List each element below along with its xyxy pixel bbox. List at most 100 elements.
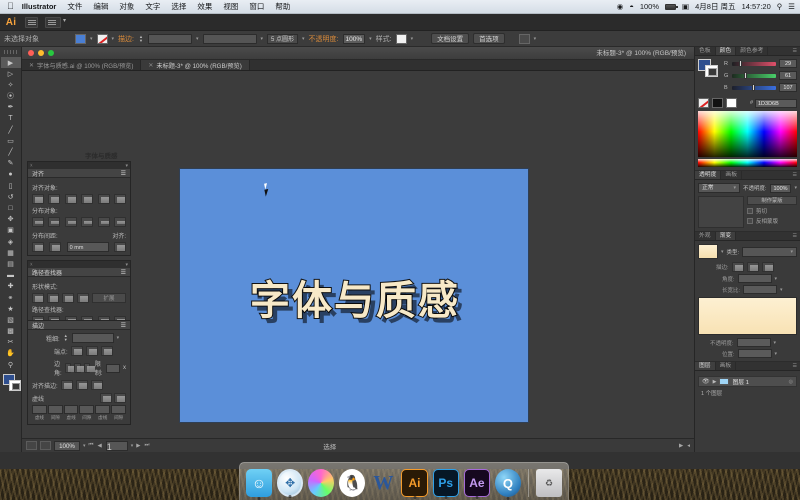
gradient-position-input[interactable]: [737, 349, 772, 358]
close-button[interactable]: [28, 50, 34, 56]
bevel-join-button[interactable]: [83, 363, 95, 373]
fill-stroke-indicator[interactable]: [1, 374, 21, 392]
artboard-nav-last[interactable]: ⏭: [144, 442, 150, 449]
exclude-button[interactable]: [77, 293, 89, 303]
hand-tool[interactable]: ✋: [1, 348, 21, 359]
gradient-tool[interactable]: ▬: [1, 270, 21, 281]
color-stroke-swatch[interactable]: [705, 65, 718, 77]
mesh-tool[interactable]: ▤: [1, 258, 21, 269]
symbol-sprayer-tool[interactable]: ★: [1, 303, 21, 314]
vertical-distribute-space-button[interactable]: [32, 242, 44, 252]
layer-row-0[interactable]: 👁 ▶ 图层 1 ◎: [698, 376, 797, 387]
artboard-tool[interactable]: ▩: [1, 326, 21, 337]
slider-g[interactable]: [732, 72, 776, 79]
fill-swatch[interactable]: [75, 33, 86, 44]
collapse-icon[interactable]: ▾: [125, 163, 128, 169]
lasso-tool[interactable]: ⦿: [1, 91, 21, 102]
invert-mask-checkbox-row[interactable]: 反相蒙版: [747, 217, 797, 225]
align-panel[interactable]: ☓ ▾ 对齐 ☰ 对齐对象: 分布对象: 分布间距: 对齐: 0 mm: [27, 161, 131, 256]
rectangle-tool[interactable]: ▭: [1, 135, 21, 146]
blend-mode-select[interactable]: 正常 ▾: [698, 183, 740, 193]
align-center-h-button[interactable]: [48, 194, 61, 204]
gap-input-2[interactable]: [111, 405, 126, 414]
gap-input-1[interactable]: [79, 405, 95, 414]
width-tool[interactable]: ✥: [1, 214, 21, 225]
slice-tool[interactable]: ✂: [1, 337, 21, 348]
artboard-nav-next[interactable]: ▶: [136, 443, 141, 449]
panel-menu-icon[interactable]: ☰: [793, 232, 800, 240]
toolbar-stroke-swatch[interactable]: [8, 380, 21, 392]
stroke-profile-caret-icon[interactable]: ▾: [261, 36, 264, 42]
stroke-weight-input[interactable]: [147, 33, 192, 44]
status-tool-label[interactable]: 选择: [323, 441, 336, 451]
tab-transparency[interactable]: 透明度: [695, 171, 722, 179]
opacity-input[interactable]: 100%: [342, 33, 366, 44]
word-icon[interactable]: W: [370, 469, 396, 497]
align-caret-icon[interactable]: ▾: [534, 36, 537, 42]
color-spectrum[interactable]: [698, 111, 797, 157]
align-stroke-center-button[interactable]: [60, 380, 73, 390]
menu-item-effect[interactable]: 效果: [197, 1, 212, 12]
input-source-icon[interactable]: ▣: [682, 2, 689, 11]
selection-tool[interactable]: ▶: [0, 57, 21, 69]
eyedropper-tool[interactable]: ✚: [1, 281, 21, 292]
notification-center-icon[interactable]: ☰: [788, 2, 795, 11]
layer-target-icon[interactable]: ◎: [789, 379, 793, 385]
shape-builder-tool[interactable]: ◈: [1, 236, 21, 247]
dash-input-0[interactable]: [32, 405, 47, 414]
artboard-number-input[interactable]: 1: [105, 440, 128, 452]
align-icon[interactable]: [518, 33, 530, 44]
menu-item-object[interactable]: 对象: [119, 1, 134, 12]
mask-thumbnail[interactable]: [698, 196, 744, 228]
close-icon[interactable]: ✕: [29, 62, 34, 69]
trash-icon[interactable]: ♻: [535, 469, 562, 497]
tab-color-guide[interactable]: 颜色参考: [736, 47, 769, 55]
gradient-angle-input[interactable]: [737, 274, 772, 283]
share-icon[interactable]: [40, 441, 51, 450]
panel-menu-icon[interactable]: ☰: [121, 322, 126, 329]
align-to-selector[interactable]: [113, 242, 126, 252]
finder-icon[interactable]: ☺: [246, 469, 273, 500]
horizontal-distribute-space-button[interactable]: [49, 242, 62, 252]
panel-menu-icon[interactable]: ☰: [793, 47, 800, 55]
dash-input-2[interactable]: [95, 405, 111, 414]
dist-bottom-button[interactable]: [64, 217, 77, 227]
panel-menu-icon[interactable]: ☰: [793, 171, 800, 179]
clip-checkbox[interactable]: [747, 208, 753, 214]
menubar-app-name[interactable]: Illustrator: [22, 2, 57, 11]
quicktime-icon[interactable]: Q: [494, 469, 521, 500]
maximize-button[interactable]: [48, 50, 54, 56]
stroke-panel-tab[interactable]: 描边 ☰: [28, 321, 130, 330]
stroke-profile-select[interactable]: [202, 33, 257, 44]
battery-icon[interactable]: [665, 3, 678, 10]
value-r[interactable]: 29: [779, 59, 797, 68]
perspective-grid-tool[interactable]: ▦: [1, 247, 21, 258]
column-graph-tool[interactable]: ▧: [1, 314, 21, 325]
white-swatch[interactable]: [726, 98, 737, 108]
menu-item-help[interactable]: 帮助: [275, 1, 290, 12]
graphic-style-swatch[interactable]: [395, 33, 407, 44]
blob-brush-tool[interactable]: ●: [1, 169, 21, 180]
dist-left-button[interactable]: [81, 217, 94, 227]
magic-wand-tool[interactable]: ✧: [1, 79, 21, 90]
minimize-button[interactable]: [38, 50, 44, 56]
stroke-weight-caret-icon[interactable]: ▾: [196, 36, 199, 42]
tab-artboards[interactable]: 画板: [721, 171, 743, 179]
menu-item-edit[interactable]: 编辑: [93, 1, 108, 12]
panel-menu-icon[interactable]: ☰: [121, 170, 126, 177]
fill-caret-icon[interactable]: ▾: [90, 36, 93, 42]
tab-gradient[interactable]: 渐变: [715, 232, 737, 240]
menu-item-file[interactable]: 文件: [67, 1, 82, 12]
stroke-weight-stepper[interactable]: ▲ ▼: [138, 34, 144, 44]
search-icon[interactable]: ⚲: [777, 2, 783, 11]
miter-limit-input[interactable]: [105, 363, 120, 373]
round-join-button[interactable]: [74, 363, 86, 373]
qq-icon[interactable]: 🐧: [339, 469, 366, 497]
document-tab-1[interactable]: ✕ 未标题-3* @ 100% (RGB/预览): [141, 60, 250, 70]
align-top-button[interactable]: [81, 194, 94, 204]
panel-menu-icon[interactable]: ☰: [121, 269, 126, 276]
align-stroke-inside-button[interactable]: [75, 380, 88, 390]
black-swatch[interactable]: [712, 98, 723, 108]
direct-selection-tool[interactable]: ▷: [1, 68, 21, 79]
close-icon[interactable]: ✕: [148, 62, 153, 69]
